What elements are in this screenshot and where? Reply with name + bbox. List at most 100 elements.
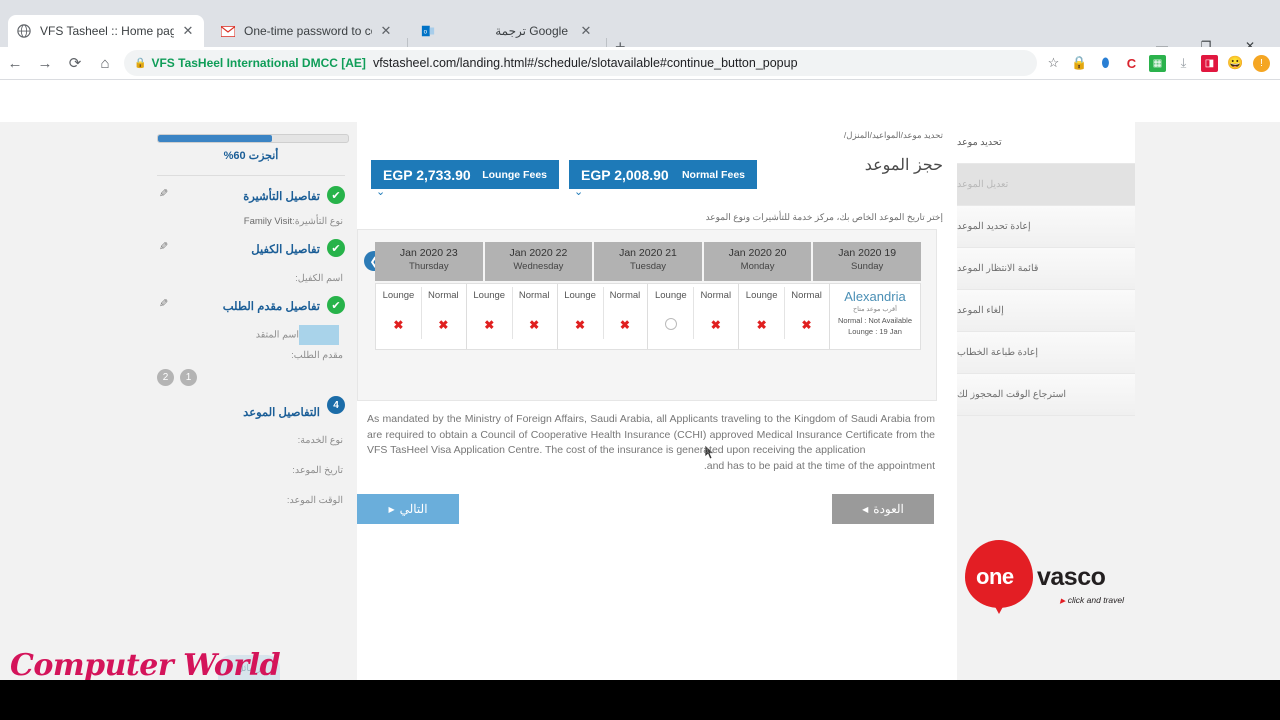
day-weekday: Monday [740, 261, 775, 272]
slot-type-label: Normal [700, 290, 732, 301]
applicant-number-1[interactable]: 1 [180, 369, 197, 386]
back-icon[interactable]: ← [0, 48, 30, 78]
reload-icon[interactable]: ⟳ [60, 48, 90, 78]
slot-normal[interactable]: Normal ✖ [693, 284, 738, 349]
step-title: تفاصيل مقدم الطلب [222, 301, 320, 313]
normal-fee-card[interactable]: EGP 2,008.90 Normal Fees ⌄ [569, 160, 757, 198]
logo-one-text: one [976, 564, 1014, 589]
tab-title: ترجمة Google [495, 24, 568, 38]
redacted-name-box [299, 325, 339, 345]
day-weekday: Sunday [851, 261, 884, 272]
step-number-badge: 4 [327, 396, 345, 414]
slot-lounge[interactable]: Lounge ✖ [739, 284, 784, 349]
next-button[interactable]: التالي ▶ [357, 494, 459, 524]
slot-unavailable-icon: ✖ [393, 318, 404, 332]
back-button[interactable]: العودة ◀ [832, 494, 934, 524]
step-appointment-details[interactable]: 4 التفاصيل الموعد نوع الخدمة: تاريخ المو… [157, 386, 345, 508]
progress-sidebar: أنجزت 60% ✔ تفاصيل التأشيرة ✎ نوع التأشي… [145, 122, 357, 680]
day-header-cell[interactable]: Jan 2020 19 Sunday [813, 242, 921, 281]
field-appointment-time: الوقت الموعد: [286, 495, 343, 506]
close-icon[interactable]: ✕ [378, 23, 394, 39]
address-bar[interactable]: 🔒 VFS TasHeel International DMCC [AE] vf… [124, 50, 1037, 76]
pencil-icon[interactable]: ✎ [159, 240, 168, 253]
day-header-cell[interactable]: Jan 2020 20 Monday [703, 242, 814, 281]
sidebar-item-reprint-letter[interactable]: إعادة طباعة الخطاب [957, 332, 1135, 374]
slot-normal[interactable]: Normal ✖ [784, 284, 829, 349]
site-header: ▼ EG - Arabic تسجيل دخول الوكلاء ⌄كيفية … [0, 80, 1280, 207]
forward-icon[interactable]: → [30, 48, 60, 78]
day-weekday: Tuesday [629, 261, 667, 272]
slot-lounge[interactable]: Lounge ✖ [558, 284, 603, 349]
day-header-cell[interactable]: Jan 2020 23 Thursday [375, 242, 485, 281]
slot-unavailable-icon: ✖ [756, 318, 767, 332]
pencil-icon[interactable]: ✎ [159, 297, 168, 310]
step-complete-check-icon: ✔ [327, 239, 345, 257]
browser-tab-3[interactable]: o ترجمة Google ✕ [412, 15, 602, 47]
star-icon[interactable]: ☆ [1045, 55, 1062, 72]
sidebar-item-schedule-appointment[interactable]: تحديد موعد [957, 122, 1135, 164]
emoji-icon[interactable]: 😀 [1227, 55, 1244, 72]
sidebar-item-waiting-list[interactable]: قائمة الانتظار الموعد [957, 248, 1135, 290]
arrow-left-icon: ◀ [862, 504, 869, 514]
day-header-cell[interactable]: Jan 2020 22 Wednesday [484, 242, 595, 281]
day-date: Jan 2020 23 [399, 247, 458, 259]
tab-title: One-time password to complete [244, 24, 372, 38]
applicant-pager: 2 1 [157, 369, 345, 386]
lounge-fee-amount: EGP 2,733.90 [383, 166, 471, 183]
sidebar-item-cancel-appointment[interactable]: إلغاء الموعد [957, 290, 1135, 332]
sidebar-item-reschedule-appointment[interactable]: إعادة تحديد الموعد [957, 206, 1135, 248]
browser-tab-2[interactable]: One-time password to complete ✕ [212, 15, 402, 47]
sidebar-item-retrieve-booked-time[interactable]: استرجاع الوقت المحجوز لك [957, 374, 1135, 416]
screen: VFS Tasheel :: Home page ✕ One-time pass… [0, 0, 1280, 720]
step-visa-details[interactable]: ✔ تفاصيل التأشيرة ✎ نوع التأشيرة:Family … [157, 176, 345, 229]
red-square-icon[interactable]: ◨ [1201, 54, 1218, 72]
slot-available-icon[interactable] [648, 318, 693, 333]
slot-normal[interactable]: Normal ✖ [420, 284, 466, 349]
slot-lounge[interactable]: Lounge ✖ [376, 284, 421, 349]
home-icon[interactable]: ⌂ [90, 48, 120, 78]
green-grid-icon[interactable]: ▦ [1149, 54, 1166, 72]
city-arabic-note: أقرب موعد متاح [852, 306, 897, 313]
slot-type-label: Normal [518, 290, 550, 301]
browser-tab-1[interactable]: VFS Tasheel :: Home page ✕ [8, 15, 204, 47]
slot-lounge[interactable]: Lounge [648, 284, 693, 349]
slot-day-group: Lounge ✖ Normal ✖ [376, 284, 467, 349]
chevron-down-icon[interactable]: ⌄ [376, 187, 385, 198]
lounge-fee-card[interactable]: EGP 2,733.90 Lounge Fees ⌄ [371, 160, 559, 198]
lock-gray-icon[interactable]: 🔒 [1071, 55, 1088, 72]
pencil-icon[interactable]: ✎ [159, 187, 168, 200]
slot-normal[interactable]: Normal ✖ [602, 284, 648, 349]
extension-icons: ☆ 🔒 ⬮ C ▦ ⤓ ◨ 😀 ! [1045, 54, 1280, 72]
slot-lounge[interactable]: Lounge ✖ [467, 284, 512, 349]
applicant-number-2[interactable]: 2 [157, 369, 174, 386]
svg-text:o: o [424, 29, 428, 36]
step-sub-label: نوع التأشيرة: [292, 216, 343, 227]
slot-day-group: Lounge Normal ✖ [648, 284, 740, 349]
slot-type-label: Lounge [564, 290, 596, 301]
step-title: التفاصيل الموعد [243, 407, 320, 419]
slot-normal[interactable]: Normal ✖ [511, 284, 557, 349]
page-title: حجز الموعد [864, 157, 943, 174]
main-content: تحديد موعد/المواعيد/المنزل/ حجز الموعد E… [357, 122, 957, 680]
day-header-cell[interactable]: Jan 2020 21 Tuesday [594, 242, 704, 281]
appointment-menu: تحديد موعد تعديل الموعد إعادة تحديد المو… [957, 122, 1135, 416]
close-icon[interactable]: ✕ [180, 23, 196, 39]
close-icon[interactable]: ✕ [578, 23, 594, 39]
chevron-down-icon[interactable]: ⌄ [574, 187, 583, 198]
sidebar-item-edit-appointment: تعديل الموعد [957, 164, 1135, 206]
download-icon[interactable]: ⤓ [1175, 55, 1192, 72]
orange-alert-icon[interactable]: ! [1253, 54, 1270, 72]
back-button-label: العودة [873, 502, 904, 516]
shield-blue-icon[interactable]: ⬮ [1097, 55, 1114, 72]
step-sub-value: Family Visit [243, 216, 293, 227]
day-date: Jan 2020 20 [728, 247, 787, 259]
step-sponsor-details[interactable]: ✔ تفاصيل الكفيل ✎ اسم الكفيل: [157, 229, 345, 286]
day-date: Jan 2020 21 [619, 247, 677, 259]
step-sub-label: اسم المتقد [255, 329, 299, 341]
c-red-icon[interactable]: C [1123, 55, 1140, 72]
arrow-right-icon: ▶ [388, 504, 395, 514]
slot-unavailable-icon: ✖ [619, 318, 630, 332]
step-applicant-details[interactable]: ✔ تفاصيل مقدم الطلب ✎ اسم المتقد مقدم ال… [157, 286, 345, 386]
slot-grid: Lounge ✖ Normal ✖ Lounge ✖ Normal ✖ Loun… [375, 283, 921, 350]
lock-icon: 🔒 [134, 57, 147, 69]
